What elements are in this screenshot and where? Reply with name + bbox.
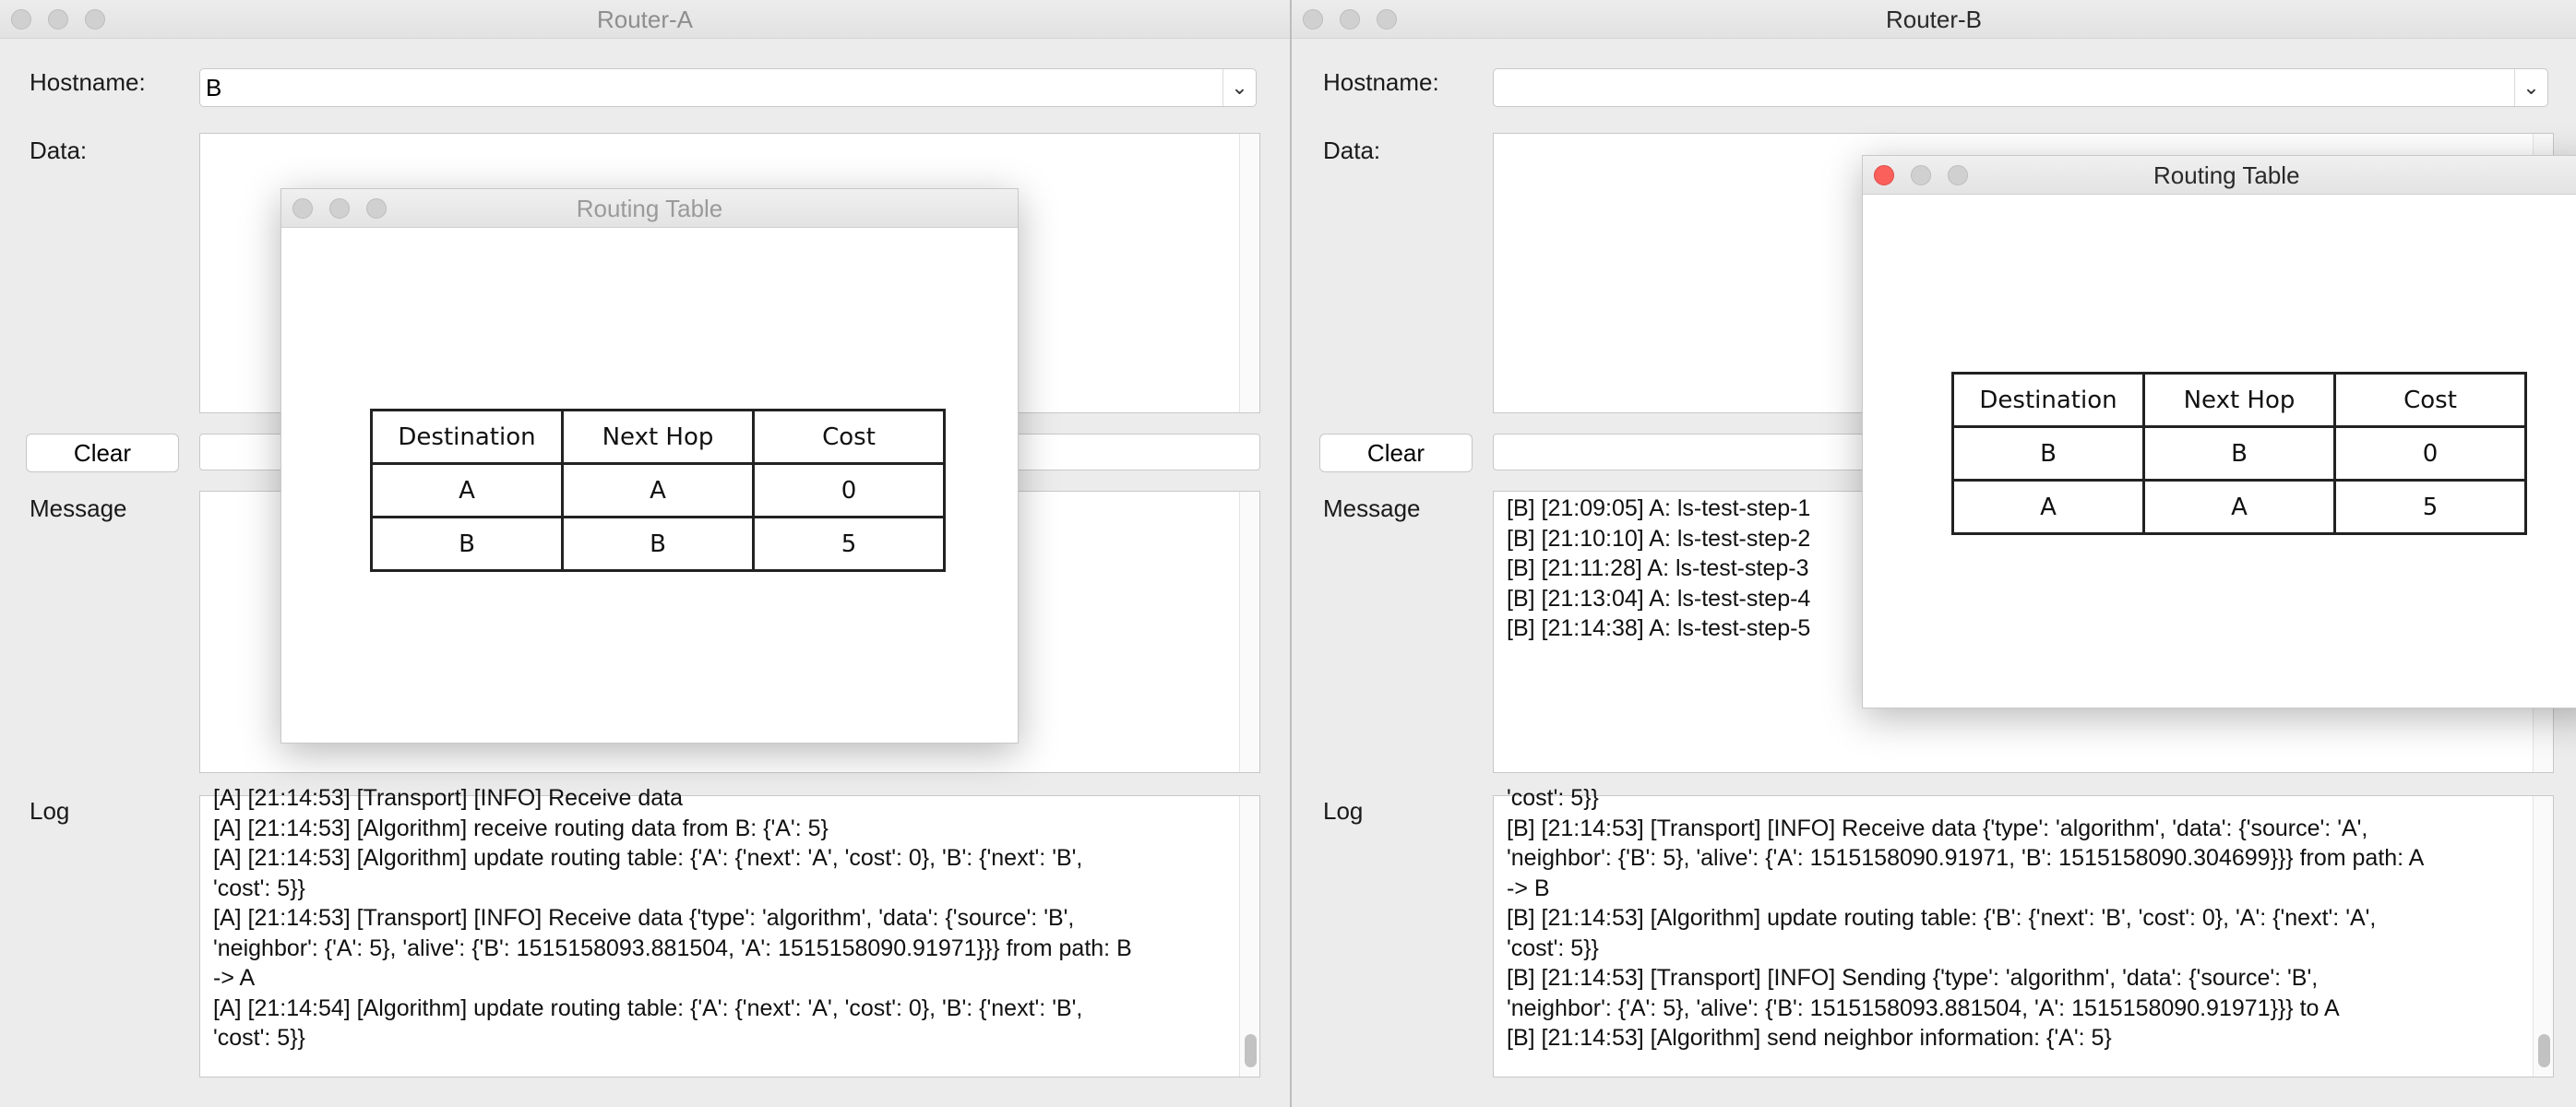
table-row: A A 0 <box>370 462 946 518</box>
log-area[interactable]: [A] [21:14:53] [Transport] [INFO] Receiv… <box>199 785 1260 1077</box>
router-a-window: Router-A Hostname: B ⌄ Data: Clear Messa… <box>0 0 1292 1107</box>
zoom-icon[interactable] <box>85 9 105 30</box>
scrollbar-thumb[interactable] <box>2538 1034 2550 1067</box>
close-icon[interactable] <box>1303 9 1323 30</box>
log-text: [A] [21:14:53] [Transport] [INFO] Receiv… <box>213 785 1132 1051</box>
column-header: Cost <box>2333 372 2527 428</box>
hostname-label: Hostname: <box>30 68 146 96</box>
zoom-icon[interactable] <box>366 198 387 219</box>
clear-button[interactable]: Clear <box>1319 434 1473 472</box>
close-icon[interactable] <box>11 9 31 30</box>
message-label: Message <box>30 494 127 522</box>
zoom-icon[interactable] <box>1948 165 1968 185</box>
routing-table-window: Routing Table Destination Next Hop Cost … <box>1862 155 2576 708</box>
router-b-titlebar[interactable]: Router-B <box>1292 0 2576 39</box>
zoom-icon[interactable] <box>1377 9 1397 30</box>
hostname-combobox[interactable]: ⌄ <box>1493 68 2548 107</box>
router-a-titlebar[interactable]: Router-A <box>0 0 1290 39</box>
minimize-icon[interactable] <box>1340 9 1360 30</box>
log-text: 'cost': 5}} [B] [21:14:53] [Transport] [… <box>1507 785 2425 1051</box>
routing-table-title: Routing Table <box>2153 161 2300 189</box>
table-cell: B <box>2142 425 2336 482</box>
table-row: B B 5 <box>370 516 946 572</box>
table-cell: A <box>2142 479 2336 535</box>
close-icon[interactable] <box>292 198 313 219</box>
hostname-label: Hostname: <box>1323 68 1439 96</box>
routing-table-window: Routing Table Destination Next Hop Cost … <box>280 188 1019 744</box>
column-header: Destination <box>1951 372 2145 428</box>
table-cell: B <box>1951 425 2145 482</box>
close-icon[interactable] <box>1874 165 1894 185</box>
log-area[interactable]: 'cost': 5}} [B] [21:14:53] [Transport] [… <box>1493 785 2554 1077</box>
table-cell: A <box>370 462 564 518</box>
routing-table: Destination Next Hop Cost A A 0 B B 5 <box>370 409 946 572</box>
data-label: Data: <box>30 137 88 164</box>
window-title: Router-B <box>1885 6 1983 33</box>
table-cell: A <box>561 462 755 518</box>
routing-table: Destination Next Hop Cost B B 0 A A 5 <box>1951 372 2527 535</box>
table-header-row: Destination Next Hop Cost <box>1951 372 2527 428</box>
table-cell: 0 <box>752 462 946 518</box>
table-cell: 0 <box>2333 425 2527 482</box>
router-b-window: Router-B Hostname: ⌄ Data: Clear Message… <box>1292 0 2576 1107</box>
chevron-down-icon[interactable]: ⌄ <box>1222 69 1256 106</box>
scrollbar-thumb[interactable] <box>1245 1034 1257 1067</box>
table-cell: A <box>1951 479 2145 535</box>
table-row: B B 0 <box>1951 425 2527 482</box>
minimize-icon[interactable] <box>1911 165 1931 185</box>
column-header: Next Hop <box>561 409 755 465</box>
hostname-combobox[interactable]: B ⌄ <box>199 68 1257 107</box>
scrollbar[interactable] <box>2533 796 2553 1077</box>
minimize-icon[interactable] <box>329 198 350 219</box>
data-label: Data: <box>1323 137 1381 164</box>
table-header-row: Destination Next Hop Cost <box>370 409 946 465</box>
hostname-value: B <box>206 74 222 101</box>
log-label: Log <box>30 797 70 825</box>
message-label: Message <box>1323 494 1421 522</box>
chevron-down-icon[interactable]: ⌄ <box>2514 69 2547 106</box>
scrollbar[interactable] <box>1239 796 1259 1077</box>
routing-table-titlebar[interactable]: Routing Table <box>281 189 1018 228</box>
clear-button[interactable]: Clear <box>26 434 179 472</box>
column-header: Next Hop <box>2142 372 2336 428</box>
window-title: Router-A <box>596 6 694 33</box>
table-row: A A 5 <box>1951 479 2527 535</box>
table-cell: 5 <box>752 516 946 572</box>
table-cell: B <box>561 516 755 572</box>
table-cell: 5 <box>2333 479 2527 535</box>
log-label: Log <box>1323 797 1364 825</box>
scrollbar[interactable] <box>1239 134 1259 412</box>
routing-table-titlebar[interactable]: Routing Table <box>1863 156 2576 195</box>
routing-table-title: Routing Table <box>576 195 723 222</box>
column-header: Destination <box>370 409 564 465</box>
table-cell: B <box>370 516 564 572</box>
minimize-icon[interactable] <box>48 9 68 30</box>
scrollbar[interactable] <box>1239 492 1259 772</box>
column-header: Cost <box>752 409 946 465</box>
